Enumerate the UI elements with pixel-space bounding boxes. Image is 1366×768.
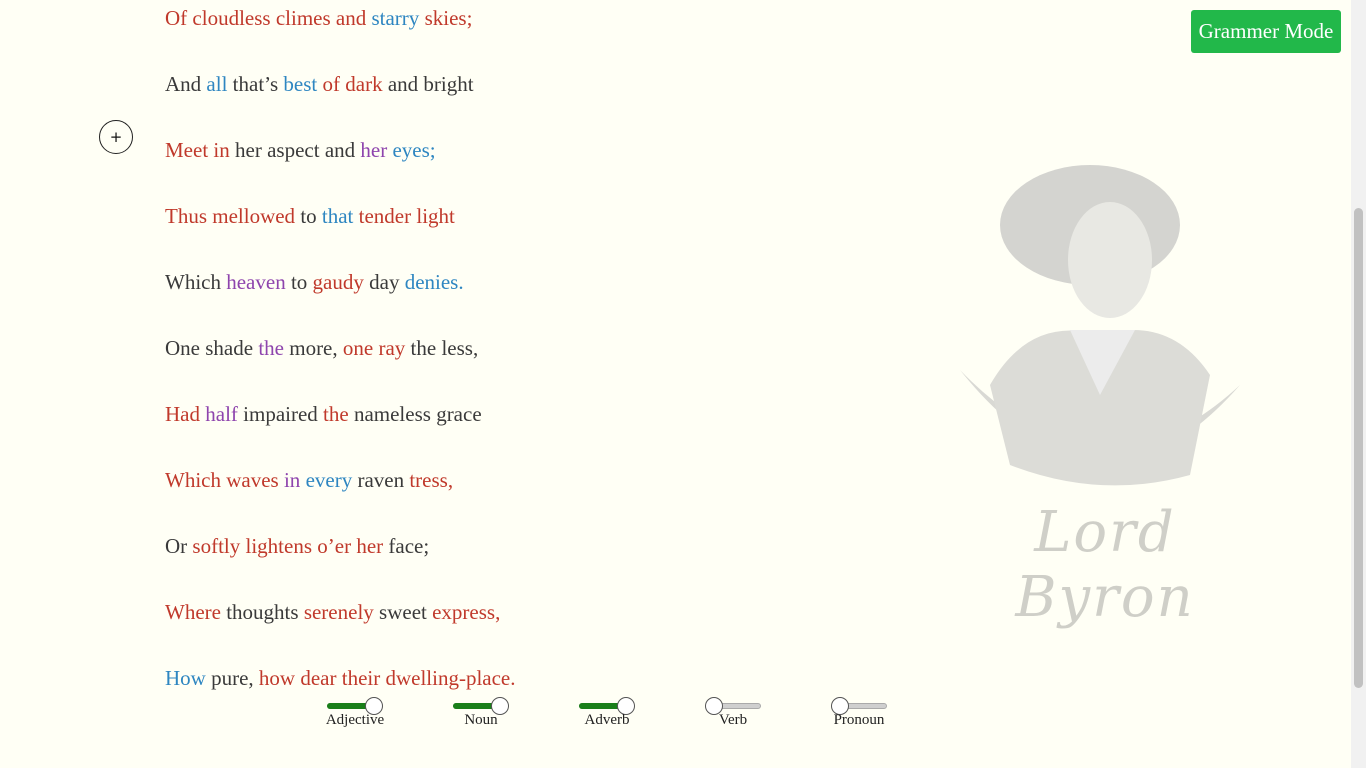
poem-word[interactable]: in (213, 138, 229, 162)
poem-word[interactable]: gaudy (313, 270, 364, 294)
poem-word[interactable]: skies; (425, 6, 473, 30)
poem-word[interactable]: thoughts (226, 600, 298, 624)
poem-word[interactable]: How (165, 666, 206, 690)
poem-word[interactable]: that (322, 204, 354, 228)
poem-word[interactable]: starry (371, 6, 419, 30)
portrait-face (1068, 202, 1152, 318)
poem-word[interactable]: tender (359, 204, 411, 228)
poem-word[interactable]: ray (378, 336, 405, 360)
poem-word[interactable]: dark (345, 72, 382, 96)
poem-word[interactable]: her (235, 138, 262, 162)
poem-word[interactable]: her (360, 138, 387, 162)
poem-word[interactable]: grace (436, 402, 481, 426)
poem-word[interactable]: and (325, 138, 355, 162)
poem-word[interactable]: Or (165, 534, 187, 558)
poem-word[interactable]: Had (165, 402, 200, 426)
poem-word[interactable]: climes (276, 6, 331, 30)
slider-label: Verb (718, 712, 748, 728)
poem-word[interactable]: to (300, 204, 316, 228)
poem-word[interactable]: softly (192, 534, 240, 558)
poem-word[interactable]: best (283, 72, 317, 96)
poem-word[interactable]: impaired (243, 402, 318, 426)
part-of-speech-sliders: Adjective Noun Adverb Verb Pronoun (0, 697, 1366, 738)
poem-word[interactable]: in (284, 468, 300, 492)
poem-word[interactable]: mellowed (212, 204, 295, 228)
poem-word[interactable]: express, (432, 600, 500, 624)
poem-word[interactable]: Which (165, 270, 221, 294)
poem-line: How pure, how dear their dwelling-place. (165, 665, 516, 691)
poem-line: Of cloudless climes and starry skies; (165, 5, 472, 31)
poem-line: Which heaven to gaudy day denies. (165, 269, 464, 295)
poem-line: Thus mellowed to that tender light (165, 203, 455, 229)
poem-word[interactable]: denies. (405, 270, 464, 294)
poem-word[interactable]: Thus (165, 204, 207, 228)
slider-adjective[interactable]: Adjective (325, 697, 385, 732)
poem-line: Had half impaired the nameless grace (165, 401, 482, 427)
grammar-mode-button[interactable]: Grammer Mode (1191, 10, 1341, 53)
slider-label: Adjective (325, 712, 385, 728)
poem-word[interactable]: nameless (354, 402, 431, 426)
poem-word[interactable]: And (165, 72, 201, 96)
poem-line: Which waves in every raven tress, (165, 467, 453, 493)
poem-word[interactable]: dwelling-place. (385, 666, 515, 690)
poem-line: And all that’s best of dark and bright (165, 71, 474, 97)
poem-word[interactable]: Meet (165, 138, 208, 162)
poem-word[interactable]: serenely (304, 600, 374, 624)
poem-line: One shade the more, one ray the less, (165, 335, 478, 361)
poem-line: Or softly lightens o’er her face; (165, 533, 429, 559)
poem-word[interactable]: lightens (246, 534, 313, 558)
poem-word[interactable]: Where (165, 600, 221, 624)
poem-line: Meet in her aspect and her eyes; (165, 137, 436, 163)
poem-word[interactable]: pure, (211, 666, 254, 690)
poem-word[interactable]: to (291, 270, 307, 294)
poem-word[interactable]: every (306, 468, 353, 492)
poem-word[interactable]: Of (165, 6, 187, 30)
poem-word[interactable]: her (356, 534, 383, 558)
slider-verb[interactable]: Verb (703, 697, 763, 732)
poem-word[interactable]: less, (441, 336, 478, 360)
poem-word[interactable]: One (165, 336, 200, 360)
poem-word[interactable]: more, (289, 336, 337, 360)
poem-word[interactable]: and (388, 72, 418, 96)
poem-word[interactable]: heaven (226, 270, 285, 294)
poem-word[interactable]: face; (388, 534, 429, 558)
slider-label: Adverb (584, 712, 630, 728)
poem-word[interactable]: how (259, 666, 295, 690)
poem-word[interactable]: shade (205, 336, 253, 360)
poem-word[interactable]: dear (300, 666, 336, 690)
poem-word[interactable]: sweet (379, 600, 427, 624)
poem-word[interactable]: the (258, 336, 284, 360)
poem-word[interactable]: o’er (317, 534, 351, 558)
slider-label: Noun (464, 712, 498, 728)
slider-label: Pronoun (833, 712, 885, 728)
slider-adverb[interactable]: Adverb (577, 697, 637, 732)
poem-word[interactable]: raven (357, 468, 404, 492)
poem-word[interactable]: Which (165, 468, 221, 492)
signature: Lord Byron (1015, 500, 1195, 630)
poem-word[interactable]: that’s (233, 72, 279, 96)
poem-word[interactable]: one (343, 336, 373, 360)
slider-noun[interactable]: Noun (451, 697, 511, 732)
poem-word[interactable]: the (411, 336, 437, 360)
poem-word[interactable]: all (206, 72, 227, 96)
poem-word[interactable]: of (323, 72, 341, 96)
poem-word[interactable]: their (342, 666, 380, 690)
add-button[interactable]: + (99, 120, 133, 154)
poem-word[interactable]: tress, (409, 468, 453, 492)
scrollbar-thumb[interactable] (1354, 208, 1363, 688)
poem-line: Where thoughts serenely sweet express, (165, 599, 500, 625)
poem-word[interactable]: aspect (267, 138, 319, 162)
poem-word[interactable]: light (416, 204, 455, 228)
poem-word[interactable]: half (205, 402, 238, 426)
poem-word[interactable]: cloudless (192, 6, 270, 30)
poem-word[interactable]: day (369, 270, 399, 294)
poem-word[interactable]: waves (226, 468, 278, 492)
slider-pronoun[interactable]: Pronoun (829, 697, 889, 732)
poem-word[interactable]: bright (423, 72, 473, 96)
scrollbar[interactable] (1351, 0, 1366, 768)
poem-word[interactable]: and (336, 6, 366, 30)
poem-word[interactable]: the (323, 402, 349, 426)
poem-word[interactable]: eyes; (392, 138, 435, 162)
